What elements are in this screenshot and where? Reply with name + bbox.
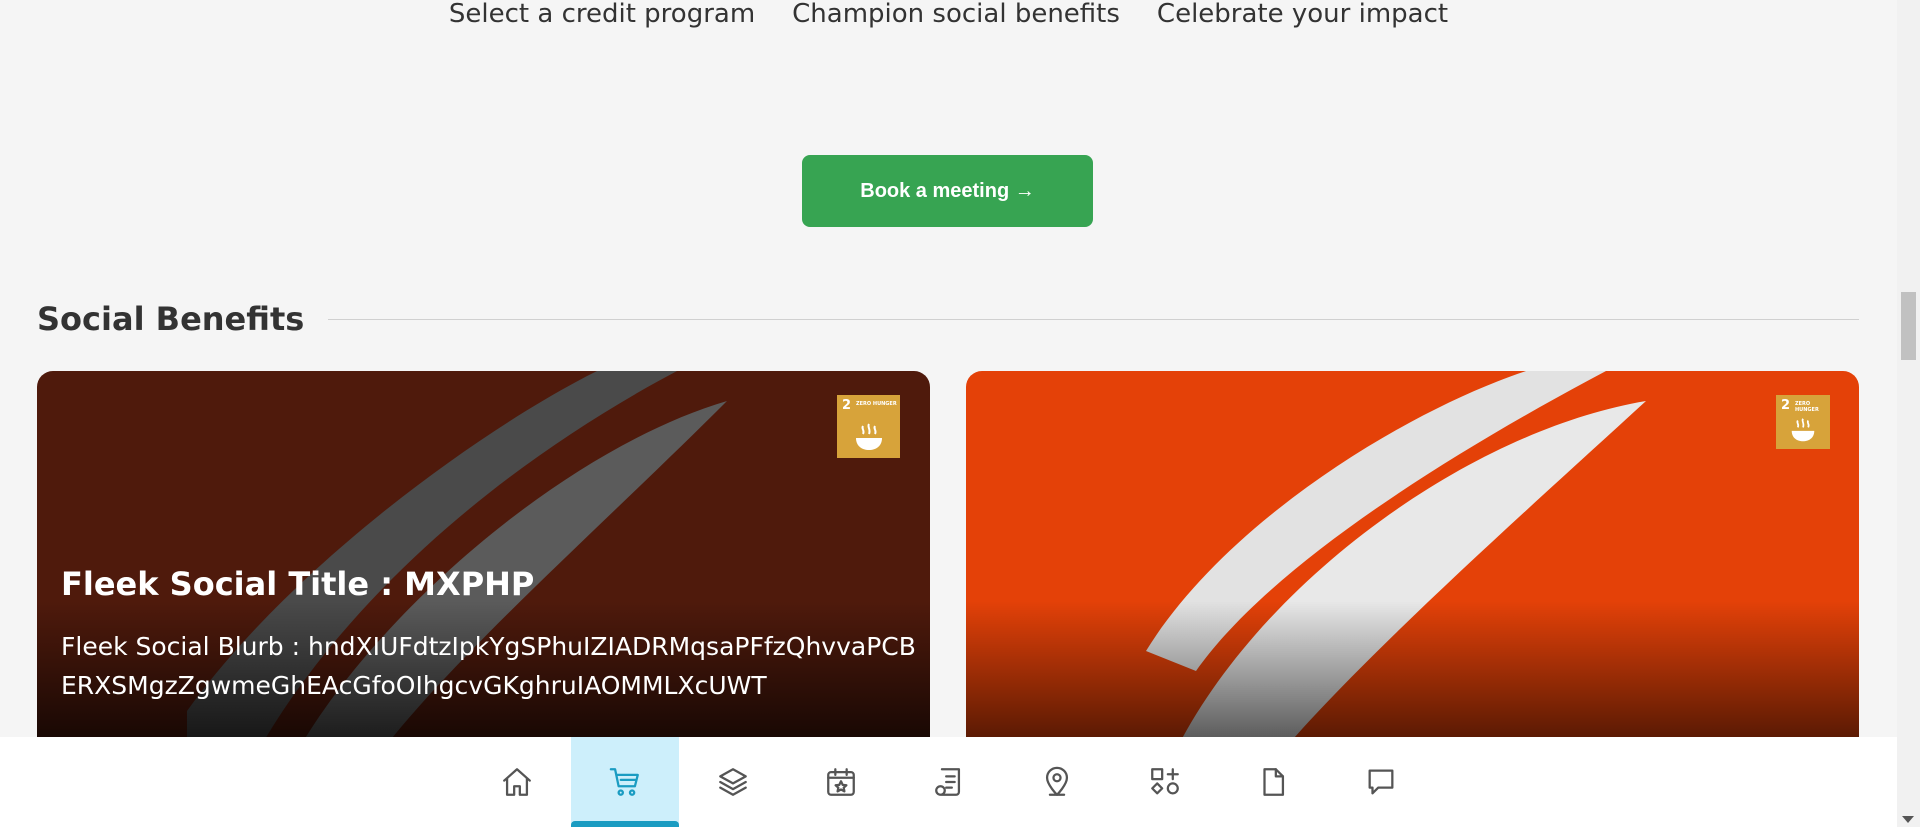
steps-row: Select a credit program Champion social … <box>0 0 1897 28</box>
sdg-zero-hunger-icon: 2 ZERO HUNGER <box>837 395 900 458</box>
file-icon <box>1262 768 1284 796</box>
document-list-icon <box>934 768 960 796</box>
shapes-icon <box>1150 768 1179 795</box>
book-meeting-button[interactable]: Book a meeting → <box>802 155 1093 227</box>
nav-locations[interactable] <box>1003 737 1111 827</box>
step-champion-benefits: Champion social benefits <box>792 0 1120 29</box>
section-divider <box>328 318 1859 320</box>
social-benefit-card[interactable]: 2 ZERO HUNGER Fleek Social Title : MXPHP… <box>37 371 930 771</box>
chat-icon <box>1368 769 1393 795</box>
social-benefit-card[interactable]: 2 ZERO HUNGER <box>966 371 1859 771</box>
bottom-navigation <box>0 737 1897 827</box>
card-blurb: Fleek Social Blurb : hndXIUFdtzIpkYgSPhu… <box>61 632 916 700</box>
section-header: Social Benefits <box>37 300 1859 338</box>
calendar-star-icon <box>826 768 855 796</box>
map-pin-icon <box>1045 766 1068 796</box>
cart-icon <box>609 768 639 796</box>
nav-cart[interactable] <box>570 737 679 827</box>
nav-layers[interactable] <box>679 737 787 827</box>
home-icon <box>502 768 531 796</box>
step-select-program: Select a credit program <box>448 0 756 29</box>
nav-messages[interactable] <box>1327 737 1435 827</box>
nav-reports[interactable] <box>895 737 1003 827</box>
nav-home[interactable] <box>463 737 571 827</box>
nav-documents[interactable] <box>1219 737 1327 827</box>
nav-categories[interactable] <box>1111 737 1219 827</box>
scrollbar-thumb[interactable] <box>1901 292 1916 360</box>
layers-icon <box>718 768 747 796</box>
card-title: Fleek Social Title : MXPHP <box>61 565 535 603</box>
section-title: Social Benefits <box>37 300 305 338</box>
page-scrollbar[interactable] <box>1897 0 1920 827</box>
step-celebrate-impact: Celebrate your impact <box>1156 0 1449 29</box>
scroll-down-arrow-icon[interactable] <box>1902 816 1914 823</box>
nav-events[interactable] <box>787 737 895 827</box>
sdg-zero-hunger-icon: 2 ZERO HUNGER <box>1776 395 1830 449</box>
